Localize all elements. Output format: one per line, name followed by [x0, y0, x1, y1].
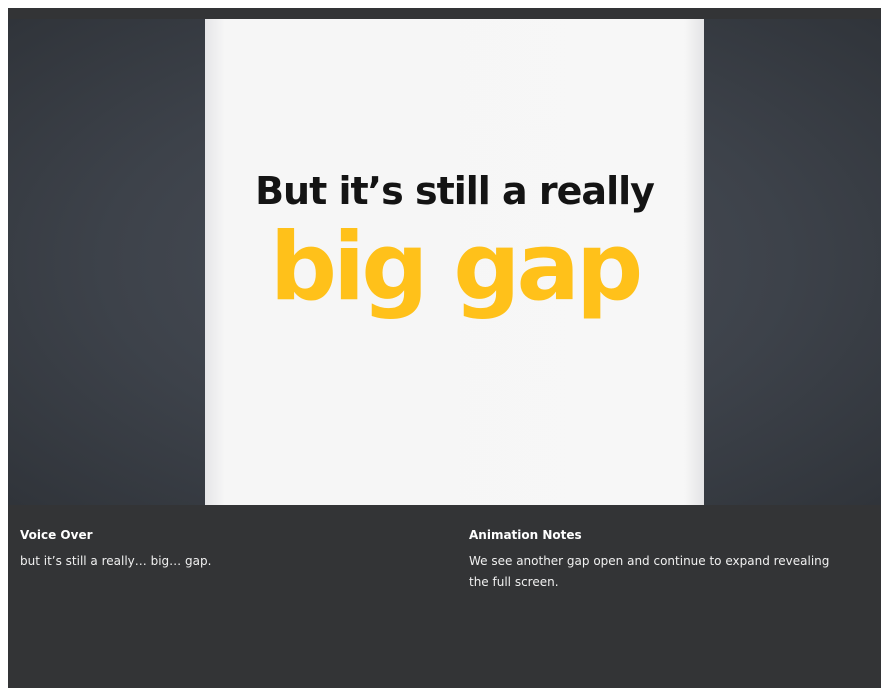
animation-stage: But it’s still a really big gap: [8, 19, 881, 505]
voice-over-text: but it’s still a really… big… gap.: [20, 554, 212, 568]
slide-emphasis-text: big gap: [269, 213, 644, 322]
animation-notes-title: Animation Notes: [469, 528, 582, 542]
voice-over-section: Voice Over but it’s still a really… big……: [20, 528, 440, 572]
animation-notes-section: Animation Notes We see another gap open …: [469, 528, 839, 593]
animation-notes-text: We see another gap open and continue to …: [469, 554, 830, 589]
slide-headline: But it’s still a really: [255, 169, 655, 213]
voice-over-title: Voice Over: [20, 528, 93, 542]
slide-panel: But it’s still a really big gap: [205, 19, 704, 505]
storyboard-frame: But it’s still a really big gap Voice Ov…: [8, 8, 881, 688]
